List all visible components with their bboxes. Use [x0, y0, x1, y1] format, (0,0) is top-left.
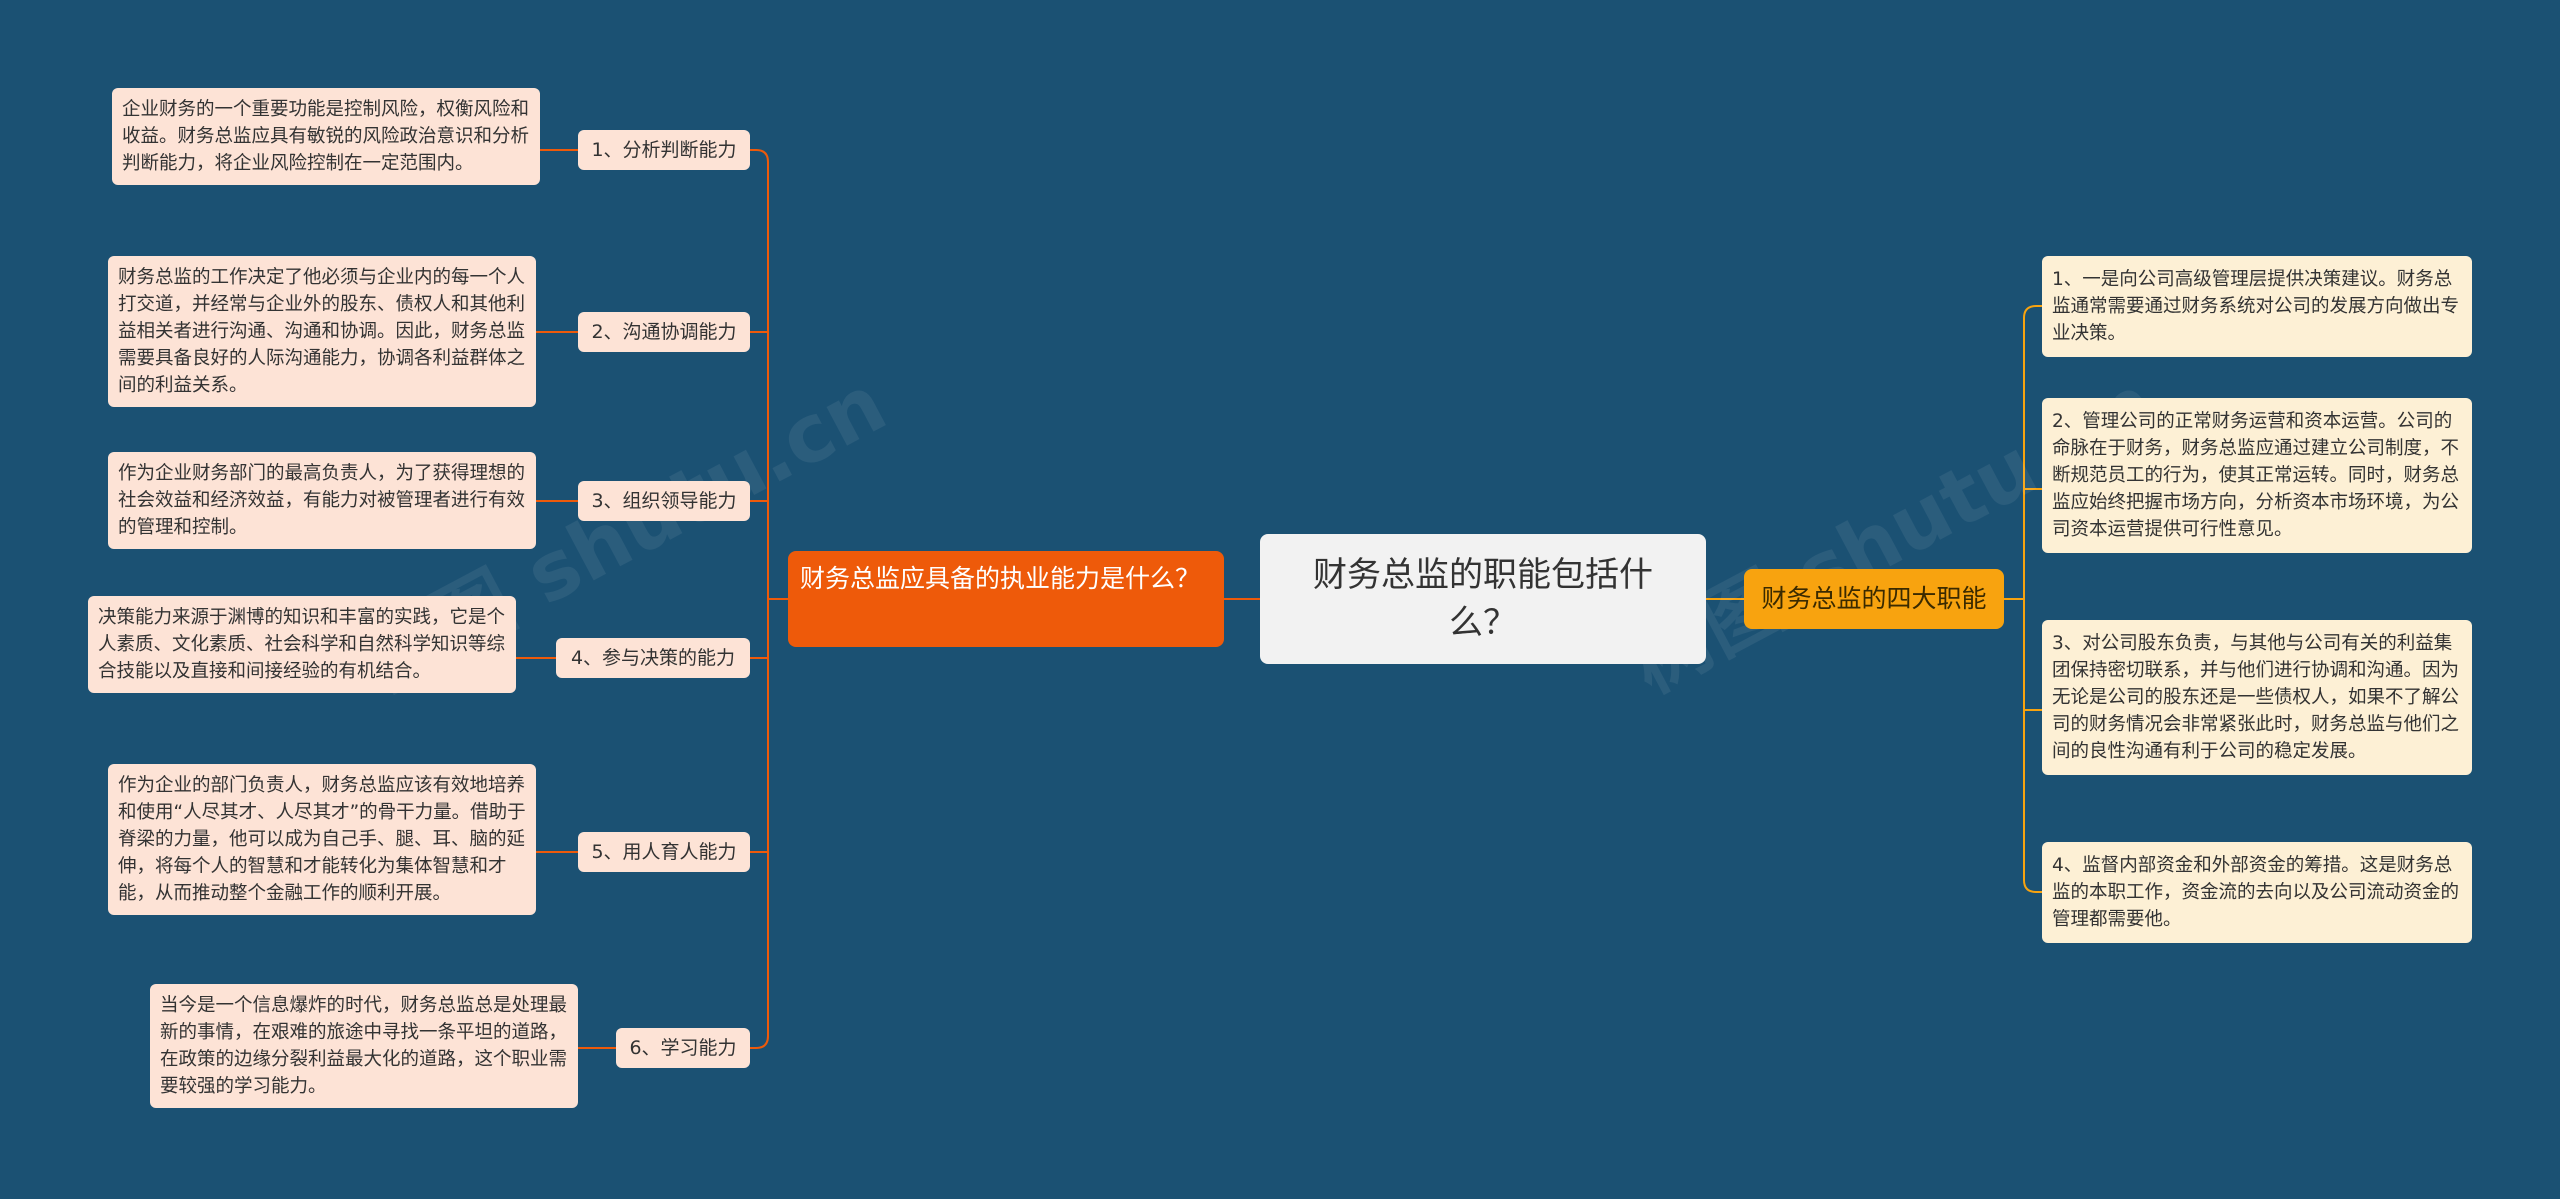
ability-desc-4[interactable]: 决策能力来源于渊博的知识和丰富的实践，它是个人素质、文化素质、社会科学和自然科学…	[88, 596, 516, 693]
right-branch-topic[interactable]: 财务总监的四大职能	[1744, 569, 2004, 629]
central-topic[interactable]: 财务总监的职能包括什么？	[1260, 534, 1706, 664]
ability-desc-1[interactable]: 企业财务的一个重要功能是控制风险，权衡风险和收益。财务总监应具有敏锐的风险政治意…	[112, 88, 540, 185]
duty-desc-3[interactable]: 3、对公司股东负责，与其他与公司有关的利益集团保持密切联系，并与他们进行协调和沟…	[2042, 620, 2472, 775]
ability-label-1[interactable]: 1、分析判断能力	[578, 130, 750, 170]
right-link-4	[2023, 599, 2042, 893]
ability-desc-2[interactable]: 财务总监的工作决定了他必须与企业内的每一个人打交道，并经常与企业外的股东、债权人…	[108, 256, 536, 407]
left-link-6	[750, 599, 769, 1049]
ability-label-2[interactable]: 2、沟通协调能力	[578, 312, 750, 352]
left-link-1	[750, 149, 788, 600]
right-link-1	[2004, 305, 2042, 600]
left-branch-topic[interactable]: 财务总监应具备的执业能力是什么？	[788, 551, 1224, 647]
ability-desc-5[interactable]: 作为企业的部门负责人，财务总监应该有效地培养和使用“人尽其才、人尽其才”的骨干力…	[108, 764, 536, 915]
duty-desc-2[interactable]: 2、管理公司的正常财务运营和资本运营。公司的命脉在于财务，财务总监应通过建立公司…	[2042, 398, 2472, 553]
ability-label-3[interactable]: 3、组织领导能力	[578, 481, 750, 521]
ability-label-4[interactable]: 4、参与决策的能力	[556, 638, 750, 678]
ability-label-5[interactable]: 5、用人育人能力	[578, 832, 750, 872]
ability-desc-3[interactable]: 作为企业财务部门的最高负责人，为了获得理想的社会效益和经济效益，有能力对被管理者…	[108, 452, 536, 549]
duty-desc-1[interactable]: 1、一是向公司高级管理层提供决策建议。财务总监通常需要通过财务系统对公司的发展方…	[2042, 256, 2472, 357]
ability-desc-6[interactable]: 当今是一个信息爆炸的时代，财务总监总是处理最新的事情，在艰难的旅途中寻找一条平坦…	[150, 984, 578, 1108]
ability-label-6[interactable]: 6、学习能力	[616, 1028, 750, 1068]
duty-desc-4[interactable]: 4、监督内部资金和外部资金的筹措。这是财务总监的本职工作，资金流的去向以及公司流…	[2042, 842, 2472, 943]
